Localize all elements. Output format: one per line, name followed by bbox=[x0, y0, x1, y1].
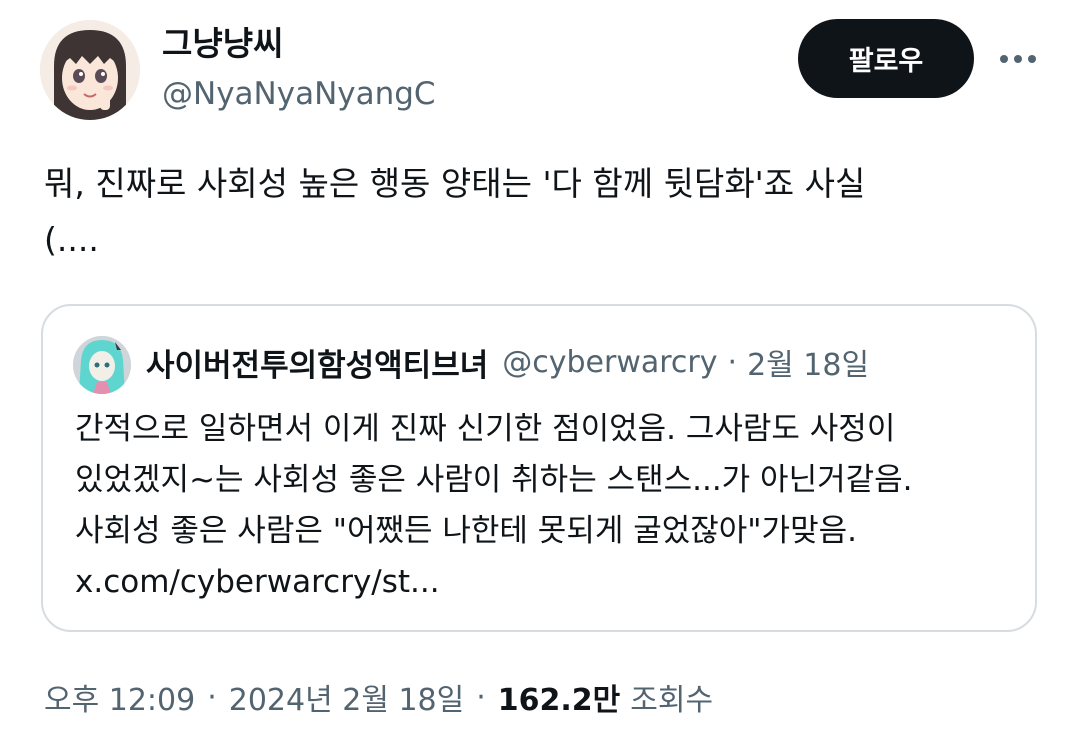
quote-body: 간적으로 일하면서 이게 진짜 신기한 점이었음. 그사람도 사정이 있었겠지~… bbox=[75, 404, 1015, 608]
tweet-meta: 오후 12:09 · 2024년 2월 18일 · 162.2만 조회수 bbox=[44, 674, 713, 720]
quote-link[interactable]: x.com/cyberwarcry/st... bbox=[75, 557, 1015, 608]
meta-separator: · bbox=[476, 679, 486, 715]
tweet-date[interactable]: 2024년 2월 18일 bbox=[229, 675, 464, 719]
tweet-header: 그냥냥씨 @NyaNyaNyangC 팔로우 bbox=[0, 0, 1080, 140]
anime-girl-avatar-icon bbox=[40, 20, 140, 120]
quote-line: 간적으로 일하면서 이게 진짜 신기한 점이었음. 그사람도 사정이 bbox=[75, 411, 896, 447]
quoted-tweet-card[interactable]: 사이버전투의함성액티브녀 @cyberwarcry · 2월 18일 간적으로 … bbox=[41, 304, 1037, 632]
follow-button[interactable]: 팔로우 bbox=[798, 19, 974, 98]
quote-author-name[interactable]: 사이버전투의함성액티브녀 bbox=[146, 340, 488, 385]
author-handle[interactable]: @NyaNyaNyangC bbox=[162, 74, 436, 114]
meta-separator: · bbox=[207, 679, 217, 715]
views-count: 162.2만 bbox=[497, 683, 621, 718]
quote-line: 있었겠지~는 사회성 좋은 사람이 취하는 스탠스...가 아닌거같음. bbox=[75, 462, 913, 498]
cyan-haired-character-avatar-icon bbox=[73, 336, 131, 394]
quote-separator: · bbox=[727, 344, 738, 380]
quote-author-avatar[interactable] bbox=[73, 336, 131, 394]
more-options-button[interactable] bbox=[996, 44, 1040, 74]
more-horizontal-icon bbox=[1000, 55, 1036, 63]
tweet-time[interactable]: 오후 12:09 bbox=[44, 675, 195, 719]
author-avatar[interactable] bbox=[40, 20, 140, 120]
quote-line: 사회성 좋은 사람은 "어쨌든 나한테 못되게 굴었잖아"가맞음. bbox=[75, 513, 857, 549]
views-label: 조회수 bbox=[630, 683, 714, 718]
quote-header: 사이버전투의함성액티브녀 @cyberwarcry · 2월 18일 bbox=[146, 340, 869, 384]
tweet-text: 뭐, 진짜로 사회성 높은 행동 양태는 '다 함께 뒷담화'죠 사실 (...… bbox=[44, 164, 866, 259]
quote-date[interactable]: 2월 18일 bbox=[747, 340, 869, 384]
quote-author-handle[interactable]: @cyberwarcry bbox=[502, 345, 717, 380]
author-display-name[interactable]: 그냥냥씨 bbox=[162, 24, 283, 64]
